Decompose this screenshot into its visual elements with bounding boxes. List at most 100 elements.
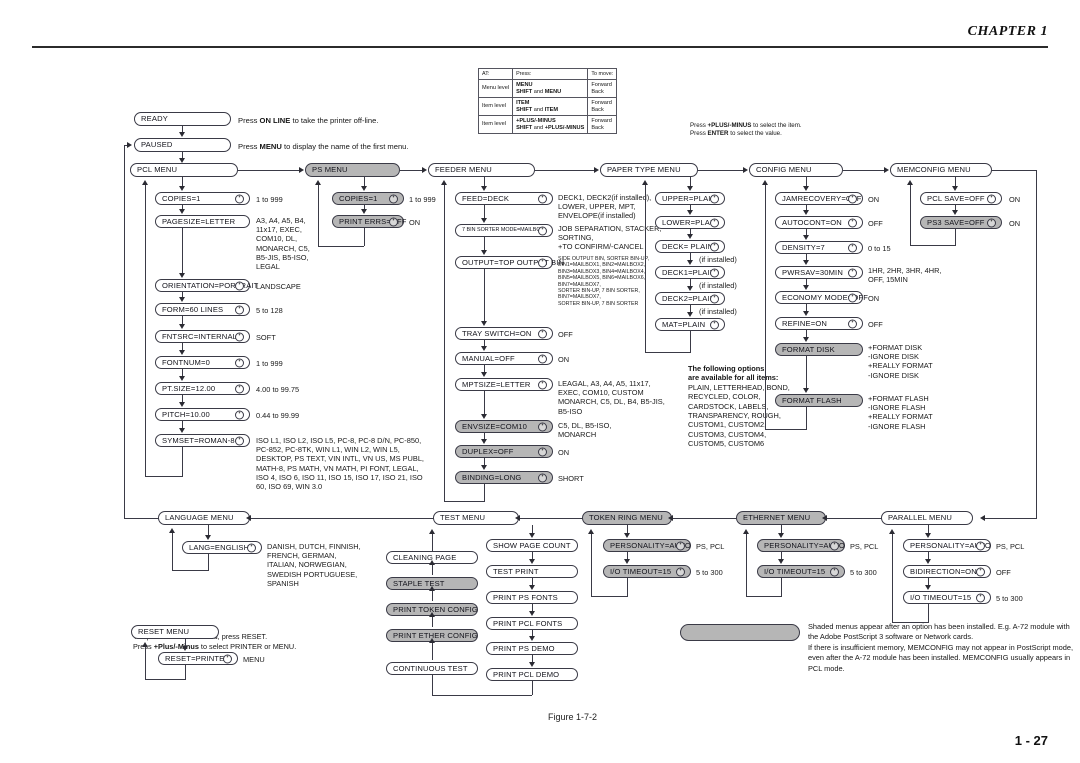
options-pcl-pagesize: A3, A4, A5, B4, 11x17, EXEC, COM10, DL, …	[256, 216, 310, 272]
item-token-personality[interactable]: PERSONALITY=AUTO *	[603, 539, 691, 552]
node-ready[interactable]: READY	[134, 112, 231, 126]
item-paper-deck1[interactable]: DECK1=PLAIN *	[655, 266, 725, 279]
menu-title-test[interactable]: TEST MENU	[433, 511, 519, 525]
item-feeder-tray-switch[interactable]: TRAY SWITCH=ON *	[455, 327, 553, 340]
item-test-continuous-test[interactable]: CONTINUOUS TEST	[386, 662, 478, 675]
item-pcl-orientation[interactable]: ORIENTATION=PORTRAIT *	[155, 279, 258, 292]
connector	[843, 170, 885, 171]
item-config-format-flash[interactable]: FORMAT FLASH	[775, 394, 863, 407]
arrow-down-icon	[481, 250, 487, 255]
menu-title-paper-type[interactable]: PAPER TYPE MENU	[600, 163, 698, 177]
item-parallel-bidirection[interactable]: BIDIRECTION=ON *	[903, 565, 991, 578]
item-pcl-pagesize[interactable]: PAGESIZE=LETTER	[155, 215, 250, 228]
item-reset-printer[interactable]: RESET=PRINTER *	[158, 652, 238, 665]
item-pcl-fntsrc[interactable]: FNTSRC=INTERNAL *	[155, 330, 250, 343]
arrow-down-icon	[179, 186, 185, 191]
menu-title-ps[interactable]: PS MENU	[305, 163, 400, 177]
item-feeder-binding[interactable]: BINDING=LONG *	[455, 471, 553, 484]
item-parallel-personality[interactable]: PERSONALITY=AUTO *	[903, 539, 991, 552]
menu-title-language[interactable]: LANGUAGE MENU	[158, 511, 250, 525]
arrow-down-icon	[803, 235, 809, 240]
item-ethernet-io-timeout[interactable]: I/O TIMEOUT=15 *	[757, 565, 845, 578]
connector	[432, 590, 433, 601]
legend-description: Shaded menus appear after an option has …	[808, 622, 1074, 673]
item-language-lang[interactable]: LANG=ENGLISH *	[182, 541, 262, 554]
item-ps-print-errs[interactable]: PRINT ERRS=OFF *	[332, 215, 406, 228]
arrow-down-icon	[481, 414, 487, 419]
menu-title-reset[interactable]: RESET MENU	[131, 625, 219, 639]
item-paper-lower[interactable]: LOWER=PLAIN *	[655, 216, 725, 229]
options-pcl-copies: 1 to 999	[256, 195, 283, 204]
options-feeder-envsize: C5, DL, B5-ISO, MONARCH	[558, 421, 612, 440]
connector	[591, 596, 628, 597]
item-feeder-manual[interactable]: MANUAL=OFF *	[455, 352, 553, 365]
item-parallel-io-timeout[interactable]: I/O TIMEOUT=15 *	[903, 591, 991, 604]
item-config-density[interactable]: DENSITY=7 *	[775, 241, 863, 254]
item-memconfig-pcl-save[interactable]: PCL SAVE=OFF *	[920, 192, 1002, 205]
item-memconfig-ps3-save[interactable]: PS3 SAVE=OFF *	[920, 216, 1002, 229]
item-pcl-symset[interactable]: SYMSET=ROMAN-8 *	[155, 434, 250, 447]
item-pcl-pitch[interactable]: PITCH=10.00 *	[155, 408, 250, 421]
menu-title-config[interactable]: CONFIG MENU	[749, 163, 843, 177]
asterisk-icon: *	[676, 541, 685, 550]
item-config-autocont[interactable]: AUTOCONT=ON *	[775, 216, 863, 229]
connector	[806, 356, 807, 388]
item-feeder-mptsize[interactable]: MPTSIZE=LETTER *	[455, 378, 553, 391]
item-paper-upper[interactable]: UPPER=PLAIN *	[655, 192, 725, 205]
item-config-economy-mode[interactable]: ECONOMY MODE=OFF *	[775, 291, 868, 304]
connector	[400, 170, 423, 171]
item-pcl-form[interactable]: FORM=60 LINES *	[155, 303, 250, 316]
item-paper-deck[interactable]: DECK= PLAIN *	[655, 240, 725, 253]
menu-title-pcl[interactable]: PCL MENU	[130, 163, 238, 177]
connector	[145, 476, 183, 477]
menu-title-token-ring[interactable]: TOKEN RING MENU	[582, 511, 672, 525]
connector	[928, 604, 929, 622]
item-config-format-disk[interactable]: FORMAT DISK	[775, 343, 863, 356]
item-test-print-pcl-fonts[interactable]: PRINT PCL FONTS	[486, 617, 578, 630]
item-config-pwrsav[interactable]: PWRSAV=30MIN *	[775, 266, 863, 279]
item-paper-deck2[interactable]: DECK2=PLAIN *	[655, 292, 725, 305]
connector	[484, 484, 485, 501]
arrow-down-icon	[481, 346, 487, 351]
node-paused[interactable]: PAUSED	[134, 138, 231, 152]
connector	[484, 391, 485, 415]
item-pcl-copies[interactable]: COPIES=1 *	[155, 192, 250, 205]
connector	[532, 655, 533, 662]
item-test-print-pcl-demo[interactable]: PRINT PCL DEMO	[486, 668, 578, 681]
menu-title-feeder[interactable]: FEEDER MENU	[428, 163, 535, 177]
menu-title-ethernet[interactable]: ETHERNET MENU	[736, 511, 826, 525]
item-test-print-ps-demo[interactable]: PRINT PS DEMO	[486, 642, 578, 655]
item-ps-copies[interactable]: COPIES=1 *	[332, 192, 404, 205]
item-feeder-duplex[interactable]: DUPLEX=OFF *	[455, 445, 553, 458]
item-ethernet-personality[interactable]: PERSONALITY=AUTO *	[757, 539, 845, 552]
item-test-show-page-count[interactable]: SHOW PAGE COUNT	[486, 539, 578, 552]
arrow-left-icon	[668, 515, 673, 521]
item-test-print-ps-fonts[interactable]: PRINT PS FONTS	[486, 591, 578, 604]
item-pcl-ptsize[interactable]: PT.SIZE=12.00 *	[155, 382, 250, 395]
item-config-refine[interactable]: REFINE=ON *	[775, 317, 863, 330]
connector	[484, 205, 485, 219]
item-test-test-print[interactable]: TEST PRINT	[486, 565, 578, 578]
options-config-refine: OFF	[868, 320, 883, 329]
item-feeder-envsize[interactable]: ENVSIZE=COM10 *	[455, 420, 553, 433]
menu-title-memconfig[interactable]: MEMCONFIG MENU	[890, 163, 992, 177]
item-pcl-fontnum[interactable]: FONTNUM=0 *	[155, 356, 250, 369]
asterisk-icon: *	[976, 541, 985, 550]
menu-title-parallel[interactable]: PARALLEL MENU	[881, 511, 973, 525]
item-feeder-sorter-mode[interactable]: 7 BIN SORTER MODE=MAILBOX *	[455, 224, 553, 237]
item-token-io-timeout[interactable]: I/O TIMEOUT=15 *	[603, 565, 691, 578]
options-feeder-duplex: ON	[558, 448, 570, 457]
item-feeder-output[interactable]: OUTPUT=TOP OUTPUT BIN *	[455, 256, 564, 269]
key-row-move: Forward Back	[587, 79, 618, 98]
asterisk-icon: *	[235, 305, 244, 314]
options-parallel-io-timeout: 5 to 300	[996, 594, 1023, 603]
options-feeder-output: SIDE OUTPUT BIN, SORTER BIN-UP, BIN1=MAI…	[558, 256, 649, 307]
options-config-format-flash: +FORMAT FLASH -IGNORE FLASH +REALLY FORM…	[868, 394, 933, 431]
options-reset-printer: MENU	[243, 655, 265, 664]
item-config-jamrecovery[interactable]: JAMRECOVERY=OFF *	[775, 192, 863, 205]
connector	[928, 578, 929, 585]
item-feeder-feed[interactable]: FEED=DECK *	[455, 192, 553, 205]
arrow-down-icon	[529, 533, 535, 538]
item-paper-mat[interactable]: MAT=PLAIN *	[655, 318, 725, 331]
connector	[781, 525, 782, 533]
